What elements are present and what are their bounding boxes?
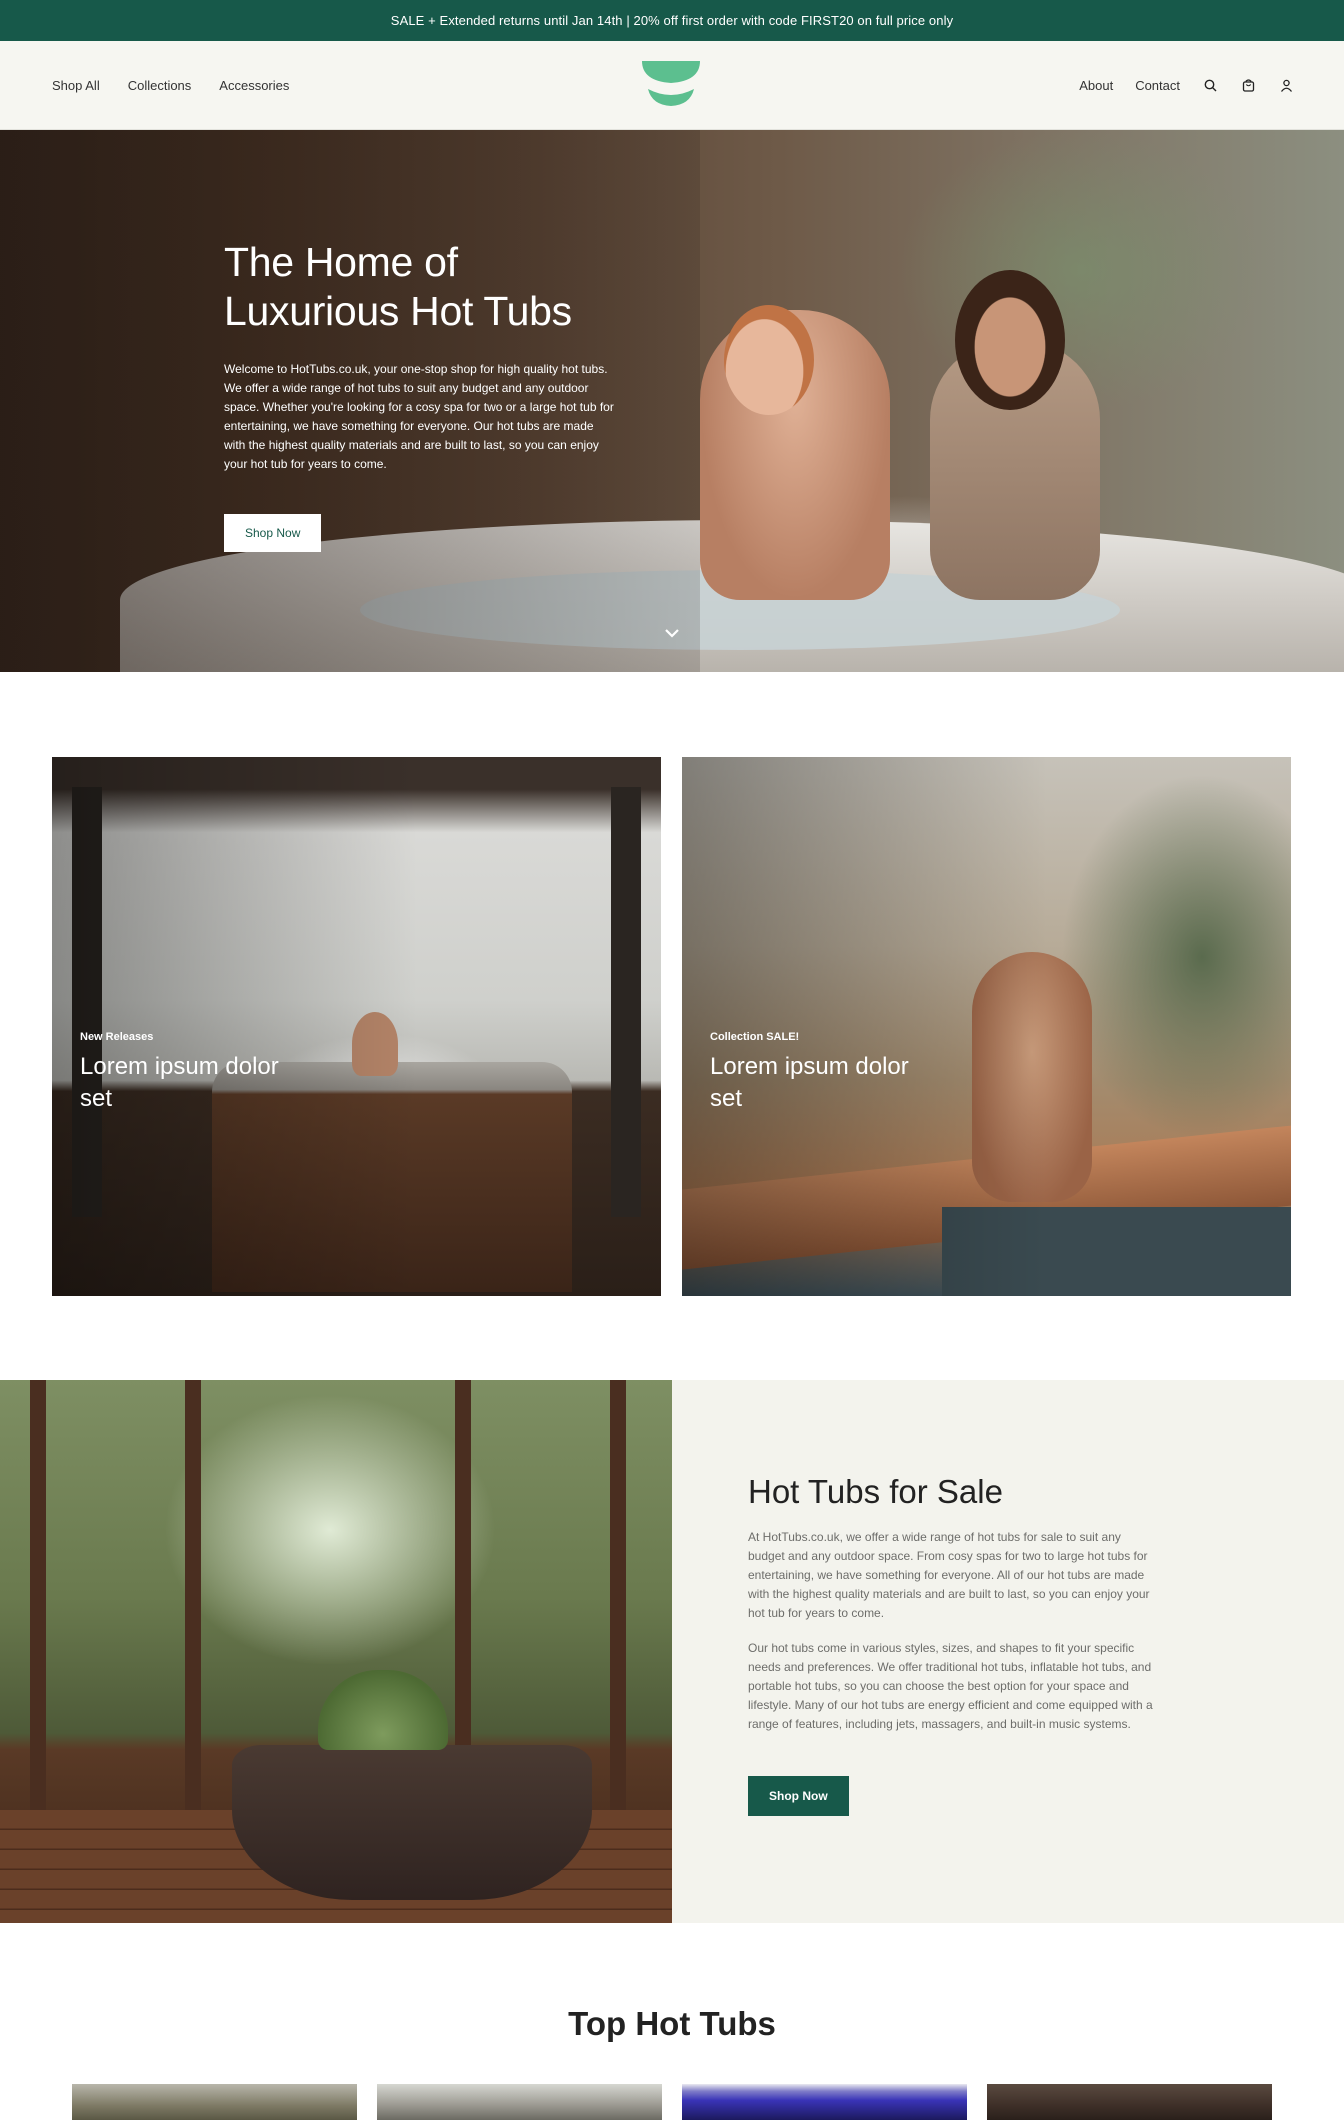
top-hot-tubs-title: Top Hot Tubs: [568, 2005, 776, 2042]
site-header: Shop All Collections Accessories About C…: [0, 41, 1344, 130]
brand-logo[interactable]: [640, 59, 702, 109]
hero-title: The Home of Luxurious Hot Tubs: [224, 238, 614, 336]
product-card-image[interactable]: [682, 2084, 967, 2120]
card-overlay: [52, 757, 661, 1296]
search-icon[interactable]: [1202, 78, 1218, 94]
nav-contact[interactable]: Contact: [1135, 78, 1180, 93]
feature-image-post: [30, 1380, 46, 1810]
hero-banner: The Home of Luxurious Hot Tubs Welcome t…: [0, 130, 1344, 672]
product-card-image[interactable]: [72, 2084, 357, 2120]
feature-paragraph: At HotTubs.co.uk, we offer a wide range …: [748, 1530, 1150, 1620]
feature-title: Hot Tubs for Sale: [748, 1473, 1003, 1510]
collection-card-sale[interactable]: Collection SALE! Lorem ipsum dolor set: [682, 757, 1291, 1296]
nav-about[interactable]: About: [1079, 78, 1113, 93]
hero-image-man-head: [724, 305, 814, 415]
nav-shop-all[interactable]: Shop All: [52, 78, 100, 93]
hot-tubs-for-sale-section: Hot Tubs for Sale At HotTubs.co.uk, we o…: [0, 1380, 1344, 1923]
card-content: New Releases Lorem ipsum dolor set: [80, 1031, 280, 1115]
primary-nav: Shop All Collections Accessories: [52, 41, 289, 130]
nav-collections[interactable]: Collections: [128, 78, 192, 93]
feature-paragraph: Our hot tubs come in various styles, siz…: [748, 1641, 1153, 1731]
feature-image-post: [610, 1380, 626, 1810]
card-title: Lorem ipsum dolor set: [710, 1053, 909, 1112]
card-overlay: [682, 757, 1291, 1296]
feature-image-post: [185, 1380, 201, 1810]
hero-image-woman-head: [955, 270, 1065, 410]
secondary-nav: About Contact: [1079, 41, 1294, 130]
feature-image: [0, 1380, 672, 1923]
feature-shop-now-button[interactable]: Shop Now: [748, 1776, 849, 1816]
card-content: Collection SALE! Lorem ipsum dolor set: [710, 1031, 910, 1115]
card-eyebrow: Collection SALE!: [710, 1031, 800, 1043]
announcement-text: SALE + Extended returns until Jan 14th |…: [390, 13, 954, 28]
card-eyebrow: New Releases: [80, 1031, 154, 1043]
card-title: Lorem ipsum dolor set: [80, 1053, 279, 1112]
nav-accessories[interactable]: Accessories: [219, 78, 289, 93]
feature-image-plant: [318, 1670, 448, 1750]
feature-image-tub: [232, 1745, 592, 1900]
collection-cards: New Releases Lorem ipsum dolor set Colle…: [52, 757, 1292, 1296]
product-card-image[interactable]: [377, 2084, 662, 2120]
chevron-down-icon[interactable]: [661, 624, 683, 642]
feature-content: Hot Tubs for Sale At HotTubs.co.uk, we o…: [748, 1472, 1160, 1816]
cart-icon[interactable]: [1240, 78, 1256, 94]
hero-shop-now-button[interactable]: Shop Now: [224, 514, 322, 552]
hero-content: The Home of Luxurious Hot Tubs Welcome t…: [224, 238, 614, 552]
hero-title-line2: Luxurious Hot Tubs: [224, 288, 572, 334]
announcement-bar: SALE + Extended returns until Jan 14th |…: [0, 0, 1344, 41]
hero-title-line1: The Home of: [224, 239, 458, 285]
hero-description: Welcome to HotTubs.co.uk, your one-stop …: [224, 362, 614, 471]
account-icon[interactable]: [1278, 78, 1294, 94]
product-card-image[interactable]: [987, 2084, 1272, 2120]
collection-card-new-releases[interactable]: New Releases Lorem ipsum dolor set: [52, 757, 661, 1296]
